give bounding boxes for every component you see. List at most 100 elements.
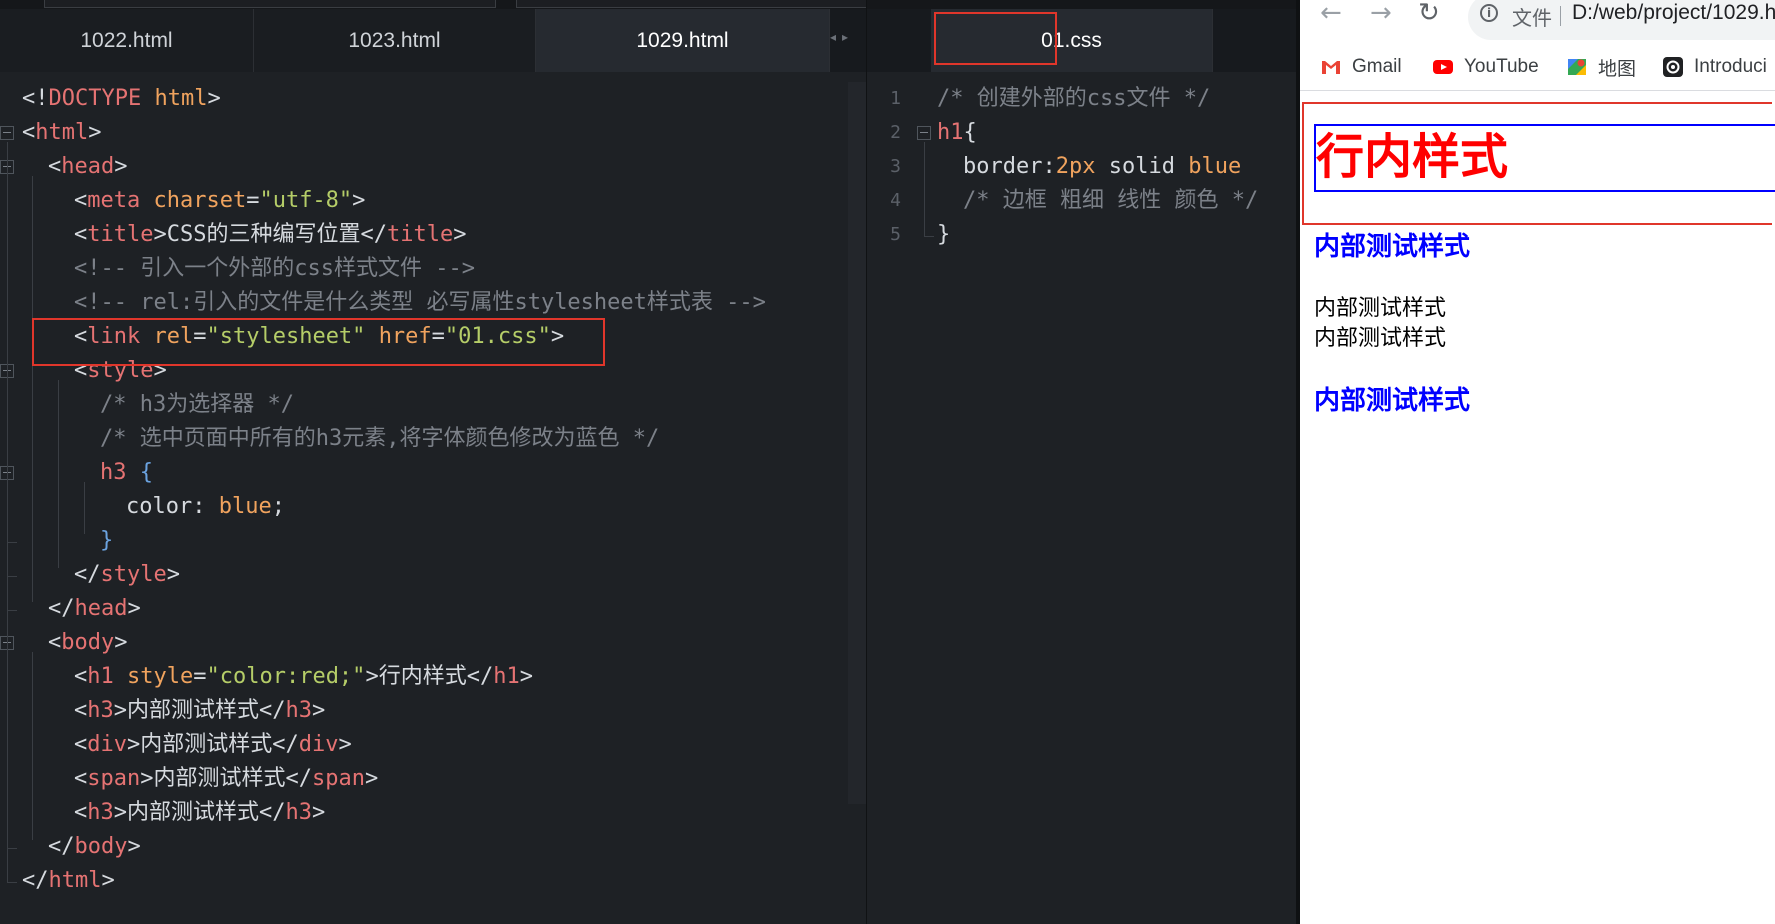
code-token: >: [365, 664, 379, 689]
code-token: >: [127, 596, 141, 621]
code-token: <: [74, 766, 88, 791]
code-token: </: [272, 732, 299, 757]
code-token: 内部测试样式: [140, 732, 273, 757]
code-token: {: [139, 460, 153, 485]
code-line[interactable]: <title>CSS的三种编写位置</title>: [74, 218, 466, 252]
code-token: >: [453, 222, 467, 247]
address-bar[interactable]: i 文件 D:/web/project/1029.html: [1468, 0, 1775, 40]
code-line[interactable]: <body>: [48, 626, 127, 660]
gmail-icon: [1320, 56, 1342, 78]
address-text: D:/web/project/1029.html: [1572, 1, 1775, 24]
youtube-icon: [1432, 56, 1454, 78]
code-token: h1: [493, 664, 520, 689]
code-token: </: [259, 800, 286, 825]
code-token: >: [127, 732, 141, 757]
code-token: DOCTYPE: [48, 86, 142, 111]
bookmark-maps[interactable]: 地图: [1566, 54, 1636, 80]
code-token: >: [519, 664, 533, 689]
code-token: >: [312, 698, 326, 723]
code-token: <: [48, 154, 62, 179]
code-token: <: [74, 664, 88, 689]
tab-scroll-arrows-icon[interactable]: ◂▸: [830, 30, 854, 44]
code-line[interactable]: </head>: [48, 592, 141, 626]
code-token: meta: [87, 188, 141, 213]
code-token: </: [466, 664, 494, 689]
code-line[interactable]: <!DOCTYPE html>: [22, 82, 221, 116]
code-token: h3: [100, 460, 127, 485]
code-line[interactable]: </html>: [22, 864, 115, 898]
reload-icon[interactable]: ↻: [1418, 0, 1440, 26]
code-token: >: [88, 120, 102, 145]
page-div: 内部测试样式: [1314, 296, 1447, 321]
code-token: >: [352, 188, 366, 213]
code-line[interactable]: /* 选中页面中所有的h3元素,将字体颜色修改为蓝色 */: [100, 422, 659, 456]
code-line[interactable]: <h3>内部测试样式</h3>: [74, 796, 325, 830]
code-token: >: [140, 766, 154, 791]
bookmark-gmail[interactable]: Gmail: [1320, 54, 1402, 80]
code-token: >: [153, 222, 167, 247]
code-token: 内部测试样式: [153, 766, 286, 791]
code-line[interactable]: h3 {: [100, 456, 153, 490]
code-token: h3: [87, 800, 114, 825]
code-line[interactable]: <h1 style="color:red;">行内样式</h1>: [74, 660, 533, 694]
code-token: </: [259, 698, 286, 723]
code-line[interactable]: </style>: [74, 558, 180, 592]
code-token: blue: [1188, 154, 1242, 179]
line-number: 1: [890, 88, 901, 109]
code-line[interactable]: border:2px solid blue: [963, 150, 1241, 184]
code-token: html: [35, 120, 89, 145]
fold-toggle-icon[interactable]: [917, 126, 931, 140]
code-token: span: [312, 766, 365, 791]
code-token: <: [74, 800, 88, 825]
code-line[interactable]: h1{: [937, 116, 977, 150]
css-editor-pane: 01.css 1 2 3 4 5/* 创建外部的css文件 */h1{border:2p…: [866, 0, 1298, 924]
back-arrow-icon[interactable]: ←: [1320, 0, 1342, 26]
code-line[interactable]: <head>: [48, 150, 127, 184]
code-token: border: [963, 154, 1043, 179]
bookmark-introducing[interactable]: Introduci: [1662, 54, 1767, 80]
code-line[interactable]: <span>内部测试样式</span>: [74, 762, 378, 796]
code-line[interactable]: color: blue;: [126, 490, 285, 524]
code-line[interactable]: <!-- 引入一个外部的css样式文件 -->: [74, 252, 475, 286]
code-token: <: [74, 188, 88, 213]
tab-1029-html[interactable]: 1029.html: [536, 9, 830, 72]
line-number: 5: [890, 224, 901, 245]
code-line[interactable]: <!-- rel:引入的文件是什么类型 必写属性stylesheet样式表 --…: [74, 286, 766, 320]
code-line[interactable]: /* h3为选择器 */: [100, 388, 294, 422]
browser-window: ← → ↻ i 文件 D:/web/project/1029.html Gmai…: [1298, 0, 1775, 924]
code-token: >: [101, 868, 115, 893]
code-token: span: [87, 766, 141, 791]
code-line[interactable]: }: [100, 524, 113, 558]
tab-1022-html[interactable]: 1022.html: [0, 9, 254, 72]
line-number: 2: [890, 122, 901, 143]
code-token: /* h3为选择器 */: [100, 392, 294, 417]
code-line[interactable]: <h3>内部测试样式</h3>: [74, 694, 325, 728]
code-line[interactable]: <div>内部测试样式</div>: [74, 728, 352, 762]
code-token: >: [114, 154, 128, 179]
fold-toggle-icon[interactable]: [0, 126, 14, 140]
bookmark-youtube[interactable]: YouTube: [1432, 54, 1539, 80]
code-line[interactable]: /* 创建外部的css文件 */: [937, 82, 1210, 116]
code-line[interactable]: <meta charset="utf-8">: [74, 184, 365, 218]
code-token: :: [1042, 154, 1056, 179]
maps-icon: [1566, 56, 1588, 78]
html-code-area[interactable]: <!DOCTYPE html> <html> <head> <meta charset…: [0, 72, 866, 924]
code-line[interactable]: </body>: [48, 830, 141, 864]
forward-arrow-icon[interactable]: →: [1370, 0, 1392, 26]
code-token: CSS的三种编写位置: [166, 222, 361, 247]
code-line[interactable]: /* 边框 粗细 线性 颜色 */: [963, 184, 1258, 218]
code-token: /* 选中页面中所有的h3元素,将字体颜色修改为蓝色 */: [100, 426, 660, 451]
code-token: >: [338, 732, 352, 757]
tab-1023-html[interactable]: 1023.html: [254, 9, 536, 72]
code-token: <!: [22, 86, 49, 111]
code-token: solid: [1095, 154, 1189, 179]
html-editor-pane: 1022.html 1023.html 1029.html ◂▸ <!DOCTY…: [0, 0, 868, 924]
css-code-area[interactable]: 1 2 3 4 5/* 创建外部的css文件 */h1{border:2px solid…: [867, 72, 1298, 924]
code-line[interactable]: <html>: [22, 116, 101, 150]
code-token: <!-- 引入一个外部的css样式文件 -->: [74, 256, 475, 281]
code-line[interactable]: }: [937, 218, 950, 252]
code-token: charset: [153, 188, 247, 213]
